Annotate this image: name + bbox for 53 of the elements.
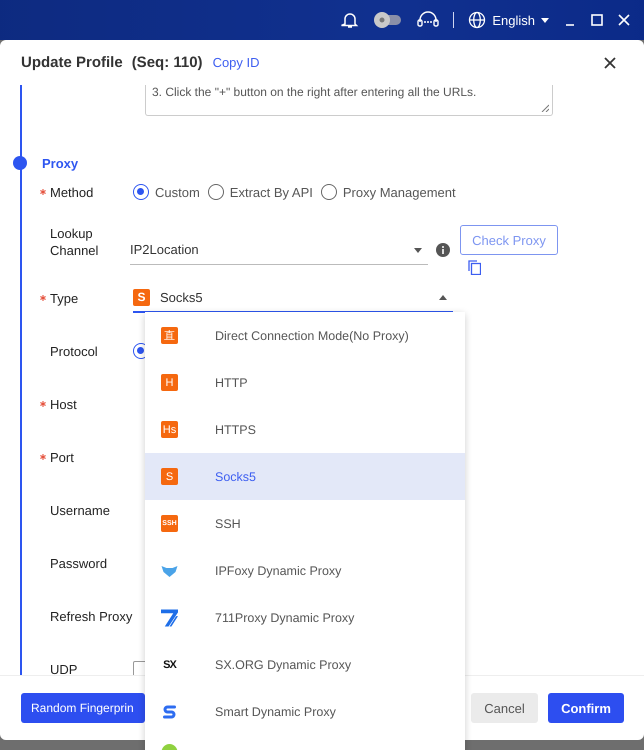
theme-toggle-icon[interactable] xyxy=(373,11,402,29)
proxy-badge-icon: H xyxy=(161,374,178,391)
globe-icon[interactable] xyxy=(468,11,486,29)
field-label: Lookup Channel xyxy=(50,225,100,259)
textarea-text: 3. Click the "+" button on the right after entering all the URLs. xyxy=(152,85,476,99)
info-icon[interactable] xyxy=(436,243,450,257)
caret-icon xyxy=(439,295,447,300)
dialog-title: Update Profile xyxy=(21,54,123,71)
section-title: Proxy xyxy=(42,156,78,170)
random-fingerprint-button[interactable]: Random Fingerprin xyxy=(21,693,145,723)
field-label: UDP xyxy=(50,662,78,675)
caret-icon xyxy=(541,18,549,22)
caret-icon xyxy=(414,248,422,252)
cancel-button[interactable]: Cancel xyxy=(471,693,538,723)
radio-option[interactable]: Proxy Management xyxy=(320,184,456,200)
field-label: Username xyxy=(50,502,111,518)
resize-handle-icon[interactable] xyxy=(541,104,549,112)
field-label: Port xyxy=(50,450,75,464)
stripes-logo-icon xyxy=(161,608,178,626)
field-label: Protocol xyxy=(50,344,99,358)
fox-icon xyxy=(161,564,178,576)
proxy-type-badge: S xyxy=(133,288,150,306)
copy-icon[interactable] xyxy=(468,260,481,275)
field-label: Method xyxy=(50,184,94,200)
maximize-icon[interactable] xyxy=(591,14,603,26)
sequence-number: (Seq: 110) xyxy=(132,54,203,71)
logo-icon: SX xyxy=(161,658,178,670)
field-label: Type xyxy=(50,290,80,306)
headset-icon[interactable] xyxy=(417,11,440,29)
dropdown-option[interactable]: S Socks5 xyxy=(145,453,465,500)
confirm-button[interactable]: Confirm xyxy=(548,693,624,723)
dropdown-option[interactable]: SX SX.ORG Dynamic Proxy xyxy=(145,641,465,688)
dropdown-option[interactable]: IPFoxy Dynamic Proxy xyxy=(145,547,465,594)
radio-option[interactable]: Custom xyxy=(133,184,200,200)
dropdown-option[interactable]: Smart Dynamic Proxy xyxy=(145,688,465,735)
dropdown-option[interactable]: 711Proxy Dynamic Proxy xyxy=(145,594,465,641)
proxy-badge-icon: S xyxy=(161,468,178,485)
language-selector[interactable]: English xyxy=(492,12,535,28)
proxy-badge-icon: 直 xyxy=(161,327,178,344)
proxy-badge-icon: Hs xyxy=(161,421,178,438)
lookup-channel-select[interactable]: IP2Location xyxy=(130,236,428,264)
field-label: Host xyxy=(50,396,78,412)
dropdown-option[interactable]: H HTTP xyxy=(145,359,465,406)
dropdown-option[interactable]: Hs HTTPS xyxy=(145,406,465,453)
dropdown-option[interactable]: 直 Direct Connection Mode(No Proxy) xyxy=(145,312,465,359)
radio-option[interactable]: Extract By API xyxy=(208,184,313,200)
bell-icon[interactable] xyxy=(341,11,360,29)
copy-id-link[interactable]: Copy ID xyxy=(212,55,260,70)
field-label: Refresh Proxy xyxy=(50,608,133,624)
urls-textarea[interactable]: 3. Click the "+" button on the right after entering all the URLs. xyxy=(145,85,553,116)
field-label: Password xyxy=(50,556,108,570)
close-icon[interactable] xyxy=(604,56,616,68)
s-logo-icon xyxy=(161,704,178,720)
